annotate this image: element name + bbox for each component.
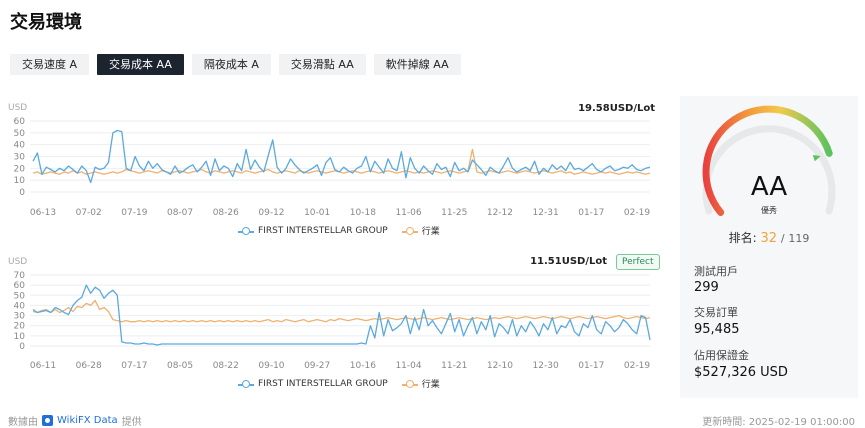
x-tick-label: 01-17 <box>578 361 604 371</box>
data-source: 數據由 WikiFX Data 提供 <box>8 413 142 428</box>
perfect-badge: Perfect <box>616 254 660 270</box>
x-tick-label: 12-31 <box>533 208 559 218</box>
y-tick-label: 60 <box>14 117 26 127</box>
x-tick-label: 11-25 <box>441 208 467 218</box>
chart-2-value-label: 11.51USD/Lot <box>530 256 607 267</box>
stat-value-orders: 95,485 <box>694 322 740 337</box>
x-tick-label: 02-19 <box>624 361 650 371</box>
x-tick-label: 09-27 <box>304 361 330 371</box>
stat-label-margin: 佔用保證金 <box>694 349 749 362</box>
y-tick-label: 20 <box>14 164 26 174</box>
stat-label-orders: 交易訂單 <box>694 306 738 319</box>
x-tick-label: 08-05 <box>167 361 193 371</box>
x-tick-label: 09-12 <box>258 208 284 218</box>
x-tick-label: 08-26 <box>213 208 239 218</box>
legend-item-industry[interactable]: 行業 <box>401 224 440 237</box>
x-tick-label: 08-22 <box>213 361 239 371</box>
legend-item-industry[interactable]: 行業 <box>401 377 440 390</box>
y-tick-label: 0 <box>19 188 25 198</box>
y-tick-label: 30 <box>14 312 26 322</box>
tab-slippage[interactable]: 交易滑點 AA <box>278 54 366 75</box>
legend-line-circle-icon <box>238 226 254 236</box>
x-tick-label: 06-13 <box>30 208 56 218</box>
legend-item-company[interactable]: FIRST INTERSTELLAR GROUP <box>238 226 388 236</box>
x-tick-label: 07-02 <box>76 208 102 218</box>
stat-value-margin: $527,326 USD <box>694 365 788 380</box>
x-tick-label: 10-18 <box>350 208 376 218</box>
y-tick-label: 20 <box>14 322 26 332</box>
y-tick-label: 30 <box>14 153 26 163</box>
x-tick-label: 11-04 <box>395 361 421 371</box>
chart-1-value-label: 19.58USD/Lot <box>578 103 655 114</box>
x-tick-label: 07-19 <box>121 208 147 218</box>
rank-total: 119 <box>788 232 810 245</box>
series-line-industry <box>32 299 651 323</box>
legend-item-company[interactable]: FIRST INTERSTELLAR GROUP <box>238 379 388 389</box>
y-tick-label: 0 <box>19 342 25 352</box>
y-tick-label: 10 <box>14 332 26 342</box>
tab-overnight-cost[interactable]: 隔夜成本 A <box>191 54 271 75</box>
y-tick-label: 60 <box>14 281 26 291</box>
tab-trading-cost[interactable]: 交易成本 AA <box>97 54 184 75</box>
x-tick-label: 01-17 <box>578 208 604 218</box>
legend-line-circle-icon <box>401 379 418 389</box>
legend-label-company: FIRST INTERSTELLAR GROUP <box>258 378 388 389</box>
legend-line-circle-icon <box>401 226 418 236</box>
wikifx-logo-icon <box>42 415 53 426</box>
x-tick-label: 09-10 <box>258 361 284 371</box>
rank-separator: / <box>780 232 785 245</box>
data-source-prefix: 數據由 <box>8 417 38 428</box>
y-tick-label: 50 <box>14 291 26 301</box>
rank-label: 排名: <box>728 231 757 245</box>
chart-2-legend: FIRST INTERSTELLAR GROUP 行業 <box>238 377 440 390</box>
rank-display: 排名: 32 / 119 <box>680 229 858 246</box>
y-axis-unit: USD <box>8 257 27 267</box>
x-tick-label: 07-17 <box>121 361 147 371</box>
grade-value: AA <box>750 172 788 202</box>
y-axis-unit: USD <box>8 103 27 113</box>
y-tick-label: 40 <box>14 141 26 151</box>
update-time: 更新時間: 2025-02-19 01:00:00 <box>702 413 855 428</box>
stat-label-test-users: 測試用戶 <box>694 265 738 278</box>
y-tick-label: 50 <box>14 129 26 139</box>
x-tick-label: 10-16 <box>350 361 376 371</box>
wikifx-data-link[interactable]: WikiFX Data <box>57 415 118 426</box>
x-tick-label: 11-21 <box>441 361 467 371</box>
grade-description: 優秀 <box>761 206 777 215</box>
legend-label-company: FIRST INTERSTELLAR GROUP <box>258 225 388 236</box>
legend-line-circle-icon <box>238 379 254 389</box>
update-time-label: 更新時間: <box>702 417 746 428</box>
legend-label-industry: 行業 <box>421 380 440 390</box>
tab-trading-speed[interactable]: 交易速度 A <box>10 54 90 75</box>
tab-bar: 交易速度 A 交易成本 AA 隔夜成本 A 交易滑點 AA 軟件掉線 AA <box>10 54 461 75</box>
rank-value: 32 <box>760 231 778 246</box>
data-source-suffix: 提供 <box>121 417 142 428</box>
x-tick-label: 06-28 <box>76 361 102 371</box>
x-tick-label: 12-10 <box>487 361 513 371</box>
update-time-value: 2025-02-19 01:00:00 <box>748 417 855 428</box>
x-tick-label: 02-19 <box>624 208 650 218</box>
stat-value-test-users: 299 <box>694 280 719 295</box>
trading-cost-chart-1: USD 0 10 20 30 40 50 60 06-13 07-02 07-19 08-07 08-2… <box>0 96 665 246</box>
x-tick-label: 06-11 <box>30 361 56 371</box>
y-tick-label: 70 <box>14 271 26 281</box>
y-tick-label: 40 <box>14 301 26 311</box>
tab-disconnection[interactable]: 軟件掉線 AA <box>373 54 461 75</box>
x-tick-label: 11-06 <box>395 208 421 218</box>
y-tick-label: 10 <box>14 176 26 186</box>
trading-cost-chart-2: USD 0 10 20 30 40 50 60 70 06-11 06-28 07-17 08-05 08… <box>0 250 665 400</box>
x-tick-label: 08-07 <box>167 208 193 218</box>
x-tick-label: 12-12 <box>487 208 513 218</box>
x-tick-label: 12-30 <box>533 361 559 371</box>
summary-panel: AA 優秀 排名: 32 / 119 測試用戶 299 交易訂單 95,485 … <box>680 96 858 398</box>
x-tick-label: 10-01 <box>304 208 330 218</box>
legend-label-industry: 行業 <box>421 227 440 237</box>
chart-1-legend: FIRST INTERSTELLAR GROUP 行業 <box>238 224 440 237</box>
page-title: 交易環境 <box>10 12 82 33</box>
